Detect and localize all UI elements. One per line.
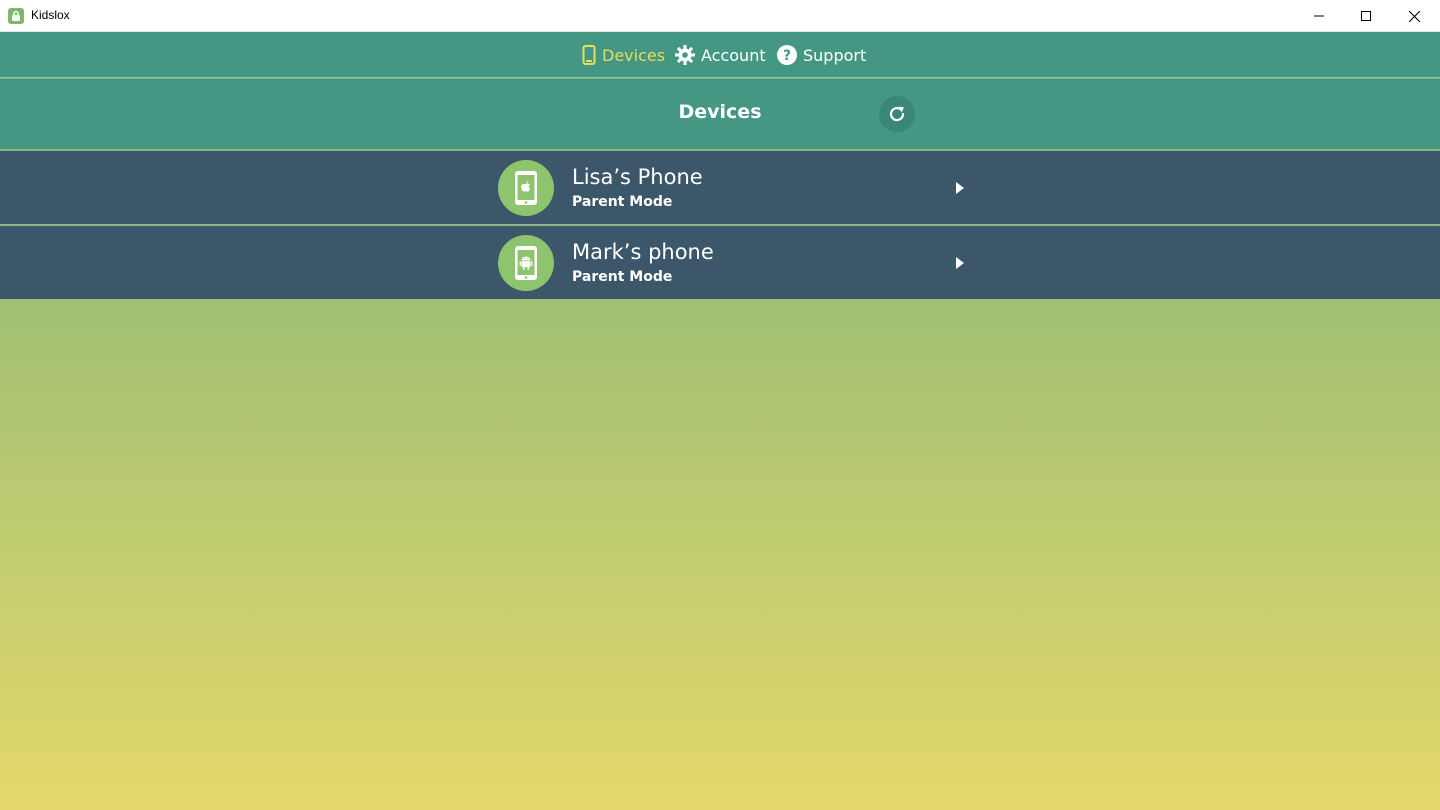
minimize-button[interactable] (1296, 0, 1342, 32)
device-name: Mark’s phone (572, 240, 714, 264)
lock-icon (8, 8, 24, 24)
app-content: Devices Account ? Support Devices Lisa’s… (0, 32, 1440, 810)
apple-phone-icon (498, 160, 554, 216)
nav-devices-label: Devices (602, 45, 666, 65)
nav-support[interactable]: ? Support (777, 32, 866, 78)
device-row[interactable]: Mark’s phone Parent Mode (0, 225, 1440, 299)
refresh-icon (889, 106, 905, 122)
device-mode: Parent Mode (572, 269, 673, 285)
question-icon: ? (777, 45, 797, 65)
svg-text:?: ? (783, 48, 791, 64)
gear-icon (675, 45, 695, 65)
page-title: Devices (678, 101, 762, 123)
nav-devices[interactable]: Devices (582, 32, 665, 78)
chevron-right-icon (954, 180, 966, 196)
chevron-right-icon (954, 255, 966, 271)
device-name: Lisa’s Phone (572, 165, 703, 189)
close-icon (1408, 10, 1420, 22)
window-title: Kidslox (31, 8, 70, 22)
refresh-button[interactable] (879, 96, 915, 132)
device-row[interactable]: Lisa’s Phone Parent Mode (0, 150, 1440, 224)
close-button[interactable] (1391, 0, 1437, 32)
nav-account[interactable]: Account (675, 32, 766, 78)
nav-support-label: Support (803, 45, 867, 65)
page-header: Devices (0, 79, 1440, 149)
device-mode: Parent Mode (572, 194, 673, 210)
nav-account-label: Account (701, 45, 766, 65)
window-titlebar: Kidslox (0, 0, 1440, 32)
android-phone-icon (498, 235, 554, 291)
minimize-icon (1314, 15, 1324, 17)
maximize-button[interactable] (1343, 0, 1389, 32)
phone-icon (582, 45, 596, 65)
top-navigation: Devices Account ? Support (0, 32, 1440, 78)
maximize-icon (1361, 11, 1371, 21)
